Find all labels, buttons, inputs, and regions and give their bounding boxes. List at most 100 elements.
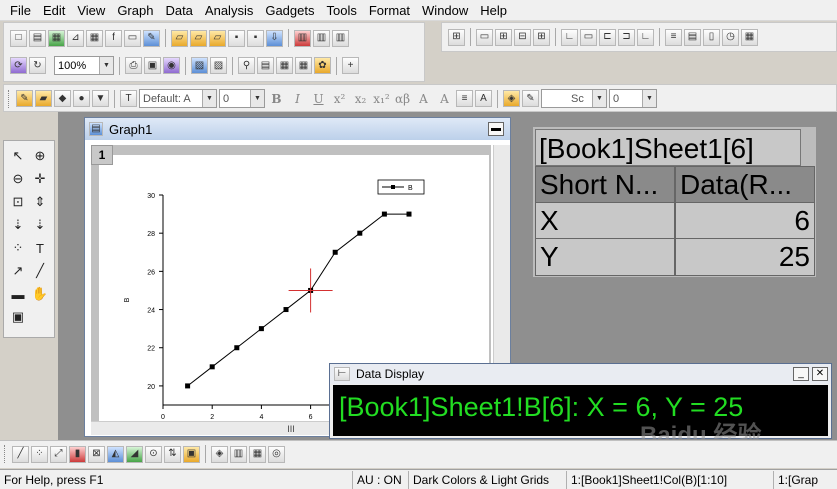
menu-edit[interactable]: Edit <box>37 0 71 21</box>
open-icon[interactable]: ▱ <box>171 29 188 47</box>
3d-contour-icon[interactable]: ◎ <box>268 445 285 463</box>
3d-bar-icon[interactable]: ▥ <box>230 445 247 463</box>
menu-graph[interactable]: Graph <box>111 0 159 21</box>
data-point[interactable] <box>381 211 387 217</box>
data-point[interactable] <box>234 345 240 351</box>
region-tool-icon[interactable]: ▣ <box>9 308 27 326</box>
data-display-titlebar[interactable]: ⊢ Data Display _ ✕ <box>330 364 831 384</box>
recalculate-icon[interactable]: ⟳ <box>10 57 27 74</box>
subscript-button[interactable]: x₂ <box>351 92 370 106</box>
import-multiple-icon[interactable]: ▥ <box>313 29 330 47</box>
import-ascii-icon[interactable]: ▥ <box>294 29 311 47</box>
new-notes-icon[interactable]: ✎ <box>143 29 160 47</box>
pointer-icon[interactable]: ↖ <box>9 147 27 165</box>
new-excel-icon[interactable]: ▦ <box>48 29 65 47</box>
import-wizard-icon[interactable]: ▥ <box>332 29 349 47</box>
zoom-in-icon[interactable]: ⊕ <box>31 147 49 165</box>
3d-wire-icon[interactable]: ▦ <box>249 445 266 463</box>
color-scale-icon[interactable]: ▤ <box>684 28 701 46</box>
theme-icon[interactable]: ▰ <box>35 90 52 107</box>
data-point[interactable] <box>258 326 264 332</box>
data-point[interactable] <box>283 307 289 313</box>
line-color-icon[interactable]: ✎ <box>522 90 539 107</box>
menu-window[interactable]: Window <box>416 0 474 21</box>
axis-plain-icon[interactable]: ∟ <box>637 28 654 46</box>
data-point[interactable] <box>406 211 412 217</box>
fill-color-icon[interactable]: ◈ <box>503 90 520 107</box>
new-worksheet-icon[interactable]: ▤ <box>29 29 46 47</box>
align-icon[interactable]: ≡ <box>456 90 473 107</box>
3d-surface-icon[interactable]: ◈ <box>211 445 228 463</box>
data-point[interactable] <box>185 383 191 389</box>
line-style-select[interactable]: Sc ▼ <box>541 89 607 108</box>
line-plot-icon[interactable]: ╱ <box>12 445 29 463</box>
axis-box-icon[interactable]: ▭ <box>580 28 597 46</box>
open-excel-icon[interactable]: ▱ <box>209 29 226 47</box>
results-log-icon[interactable]: ▤ <box>257 57 274 74</box>
project-explorer-icon[interactable]: ⚲ <box>238 57 255 74</box>
polar-plot-icon[interactable]: ⊙ <box>145 445 162 463</box>
stat-plot-icon[interactable]: ⊠ <box>88 445 105 463</box>
script-window-icon[interactable]: ▨ <box>191 57 208 74</box>
new-project-icon[interactable]: □ <box>10 29 27 47</box>
timestamp-icon[interactable]: ▦ <box>741 28 758 46</box>
supersub-button[interactable]: x₁² <box>372 92 391 106</box>
data-reader-icon[interactable]: ⇕ <box>31 193 49 211</box>
print-icon[interactable]: ⎙ <box>125 57 142 74</box>
smart-hint-icon[interactable]: ✿ <box>314 57 331 74</box>
line-symbol-plot-icon[interactable]: ⤢ <box>50 445 67 463</box>
rectangle-tool-icon[interactable]: ▬ <box>9 285 27 303</box>
line-tool-icon[interactable]: ╱ <box>31 262 49 280</box>
menu-gadgets[interactable]: Gadgets <box>259 0 320 21</box>
text-icon[interactable]: T <box>31 239 49 257</box>
arrow-tool-icon[interactable]: ↗ <box>9 262 27 280</box>
hand-icon[interactable]: ✋ <box>31 285 49 303</box>
layer-arrange-icon[interactable]: ⊞ <box>533 28 550 46</box>
data-selector-icon[interactable]: ⇣ <box>9 216 27 234</box>
copy-page-icon[interactable]: ▣ <box>144 57 161 74</box>
message-log-icon[interactable]: ▦ <box>295 57 312 74</box>
format-copy-icon[interactable]: ● <box>73 90 90 107</box>
line-width-select[interactable]: 0 ▼ <box>609 89 657 108</box>
worksheet-style-icon[interactable]: ✎ <box>16 90 33 107</box>
graph-layer-icon[interactable]: ⊞ <box>448 28 465 46</box>
menu-tools[interactable]: Tools <box>321 0 363 21</box>
minimize-button[interactable]: _ <box>793 367 809 381</box>
font-select[interactable]: Default: A ▼ <box>139 89 217 108</box>
scale-bar-icon[interactable]: ▯ <box>703 28 720 46</box>
menu-data[interactable]: Data <box>159 0 198 21</box>
date-time-icon[interactable]: ◷ <box>722 28 739 46</box>
template-library-icon[interactable]: ▣ <box>183 445 200 463</box>
menu-file[interactable]: File <box>4 0 37 21</box>
menu-analysis[interactable]: Analysis <box>199 0 259 21</box>
minimize-button[interactable]: ▬ <box>488 122 504 136</box>
axis-l-icon[interactable]: ∟ <box>561 28 578 46</box>
font-color-icon[interactable]: A <box>475 90 492 107</box>
duplicate-icon[interactable]: ◉ <box>163 57 180 74</box>
3d-plot-icon[interactable]: ◭ <box>107 445 124 463</box>
new-matrix-icon[interactable]: ▦ <box>86 29 103 47</box>
zoom-out-icon[interactable]: ⊖ <box>9 170 27 188</box>
area-plot-icon[interactable]: ◢ <box>126 445 143 463</box>
menu-view[interactable]: View <box>71 0 111 21</box>
format-paste-icon[interactable]: ▼ <box>92 90 109 107</box>
add-column-icon[interactable]: + <box>342 57 359 74</box>
save-project-icon[interactable]: ▪ <box>228 29 245 47</box>
data-point[interactable] <box>332 249 338 255</box>
superscript-button[interactable]: x² <box>330 92 349 106</box>
layer-grid-icon[interactable]: ⊞ <box>495 28 512 46</box>
new-layout-icon[interactable]: ▭ <box>124 29 141 47</box>
stock-plot-icon[interactable]: ⇅ <box>164 445 181 463</box>
open-template-icon[interactable]: ▱ <box>190 29 207 47</box>
italic-button[interactable]: I <box>288 92 307 106</box>
layer-single-icon[interactable]: ▭ <box>476 28 493 46</box>
axis-half-icon[interactable]: ⊏ <box>599 28 616 46</box>
zoom-select[interactable]: 100% ▼ <box>54 56 114 75</box>
code-builder-icon[interactable]: ▦ <box>276 57 293 74</box>
underline-button[interactable]: U <box>309 92 328 106</box>
command-window-icon[interactable]: ▨ <box>210 57 227 74</box>
scatter-plot-icon[interactable]: ⁘ <box>31 445 48 463</box>
increase-font-button[interactable]: A <box>414 92 433 106</box>
data-point[interactable] <box>357 230 363 236</box>
font-size-select[interactable]: 0 ▼ <box>219 89 265 108</box>
